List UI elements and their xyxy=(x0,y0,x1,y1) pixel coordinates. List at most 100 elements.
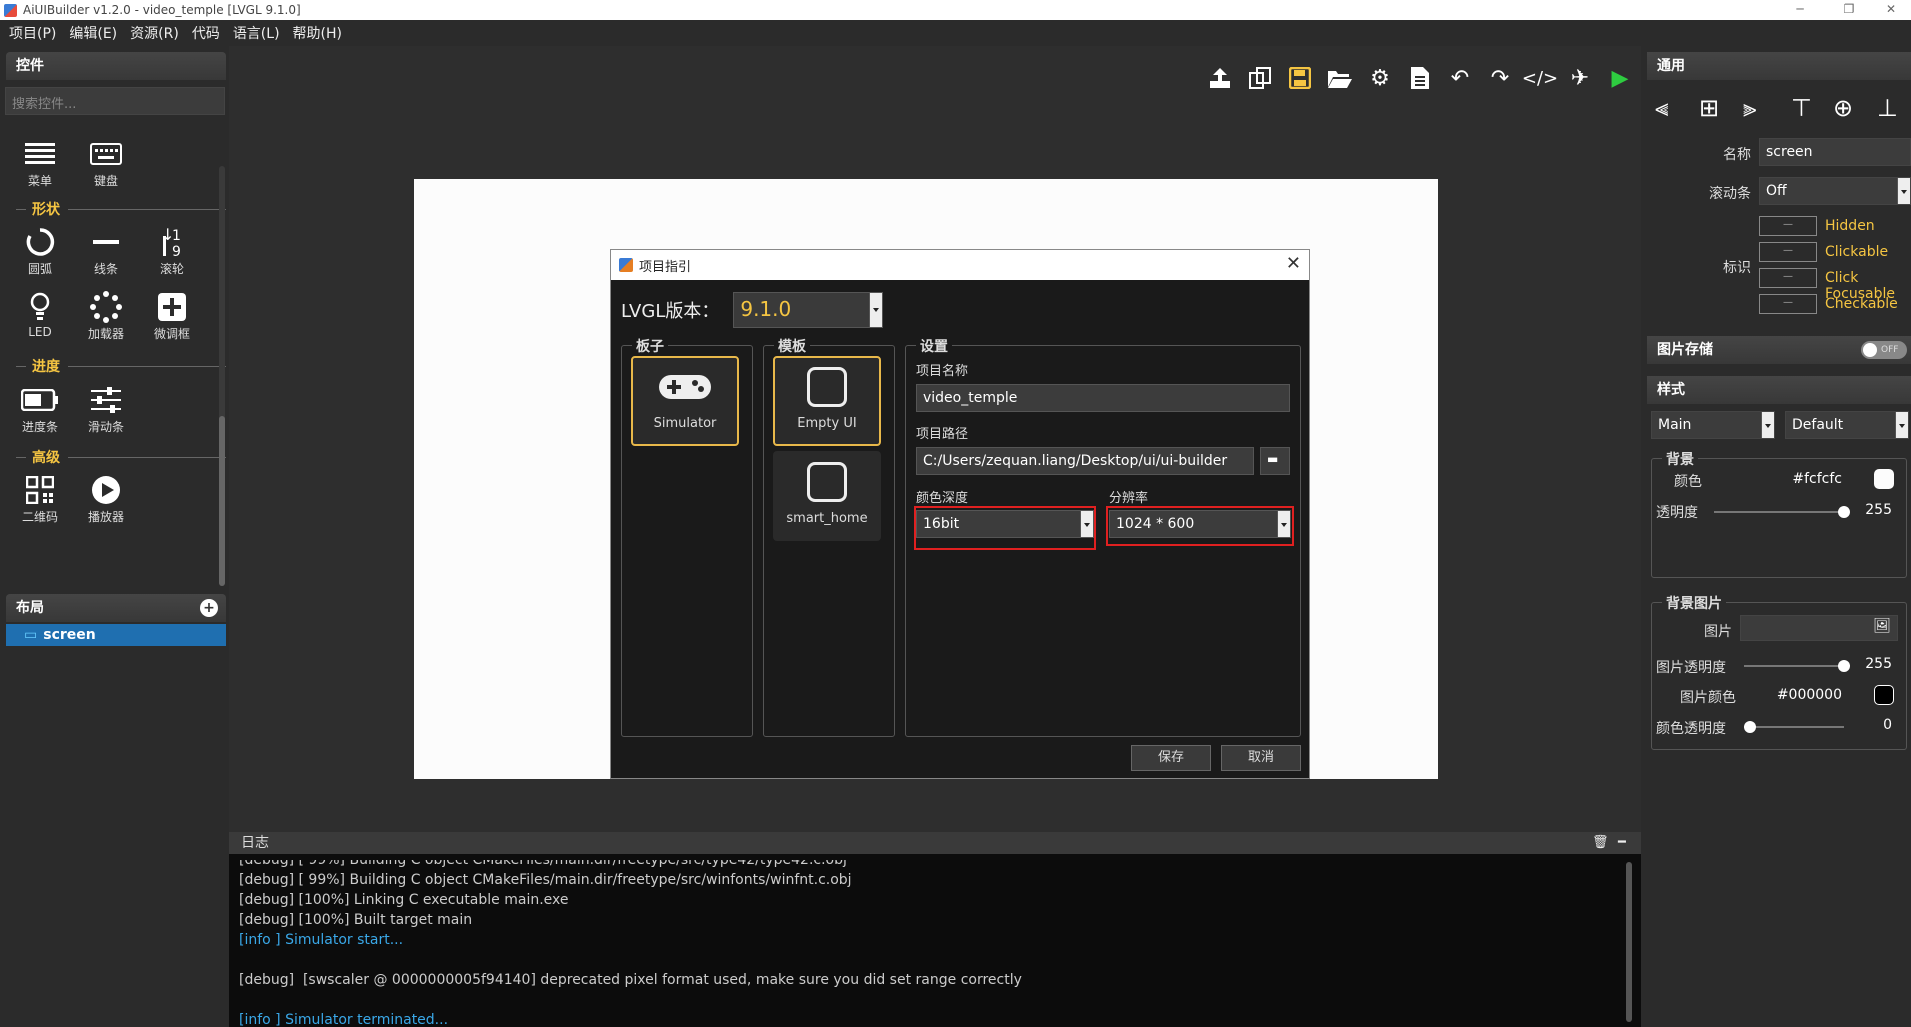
flag-hidden-label: Hidden xyxy=(1825,218,1875,234)
undo-icon[interactable]: ↶ xyxy=(1440,62,1480,94)
align-top-icon[interactable]: ⊤ xyxy=(1791,94,1812,122)
template-card-empty-ui[interactable]: Empty UI xyxy=(773,356,881,446)
layout-header: 布局 + xyxy=(6,594,226,622)
trash-icon[interactable]: 🗑 xyxy=(1592,832,1609,854)
slider-knob[interactable] xyxy=(1744,721,1756,733)
widget-label: 播放器 xyxy=(87,510,124,524)
dialog-titlebar: 项目指引 ✕ xyxy=(611,250,1309,280)
align-bottom-icon[interactable]: ⊥ xyxy=(1877,94,1898,122)
widget-arc[interactable]: 圆弧 xyxy=(10,224,70,277)
align-right-icon[interactable]: ⫸ xyxy=(1743,94,1757,122)
flag-click-focusable-checkbox[interactable]: — xyxy=(1759,268,1817,288)
log-header: 日志 🗑 ━ xyxy=(229,832,1641,854)
log-line: [debug] [100%] Linking C executable main… xyxy=(239,892,569,908)
image-label: 图片 xyxy=(1704,624,1732,640)
slider-knob[interactable] xyxy=(1838,660,1850,672)
widget-line[interactable]: 线条 xyxy=(76,224,136,277)
widget-label: 滚轮 xyxy=(159,262,184,276)
minimize-icon[interactable]: ─ xyxy=(1780,0,1820,20)
log-line: [debug] [100%] Built target main xyxy=(239,912,473,928)
menu-code[interactable]: 代码 xyxy=(192,23,220,43)
flag-hidden-checkbox[interactable]: — xyxy=(1759,216,1817,236)
menu-edit[interactable]: 编辑(E) xyxy=(69,23,117,43)
board-card-simulator[interactable]: Simulator xyxy=(631,356,739,446)
widget-spinner[interactable]: 加载器 xyxy=(76,289,136,342)
color-opacity-slider[interactable] xyxy=(1744,721,1844,733)
close-icon[interactable]: ✕ xyxy=(1286,253,1301,274)
flag-checkable-checkbox[interactable]: — xyxy=(1759,294,1817,314)
flag-clickable-checkbox[interactable]: — xyxy=(1759,242,1817,262)
add-icon[interactable]: + xyxy=(200,599,218,617)
widget-panel-scrollbar[interactable] xyxy=(219,166,225,586)
restore-icon[interactable]: ❐ xyxy=(1829,0,1869,20)
gamepad-icon xyxy=(633,358,737,416)
align-hcenter-icon[interactable]: ⊞ xyxy=(1699,94,1719,122)
menu-project[interactable]: 项目(P) xyxy=(9,23,56,43)
upload-icon[interactable] xyxy=(1200,62,1240,94)
widget-qrcode[interactable]: 二维码 xyxy=(10,472,70,525)
part-select[interactable]: Main xyxy=(1651,411,1775,439)
file-icon[interactable] xyxy=(1400,62,1440,94)
state-select[interactable]: Default xyxy=(1785,411,1909,439)
keyboard-icon xyxy=(76,136,136,172)
bg-opacity-slider[interactable] xyxy=(1714,506,1850,518)
menu-help[interactable]: 帮助(H) xyxy=(293,23,342,43)
image-opacity-slider[interactable] xyxy=(1744,660,1850,672)
widget-bar[interactable]: 进度条 xyxy=(10,382,70,435)
spinner-icon xyxy=(76,289,136,325)
align-left-icon[interactable]: ⫷ xyxy=(1655,94,1669,122)
widget-search-input[interactable]: 搜索控件... xyxy=(5,87,225,115)
browse-folder-button[interactable]: ▬ xyxy=(1260,447,1290,475)
cancel-button[interactable]: 取消 xyxy=(1221,745,1301,771)
save-button[interactable]: 保存 xyxy=(1131,745,1211,771)
project-name-input[interactable]: video_temple xyxy=(916,384,1290,412)
chevron-down-icon[interactable] xyxy=(1897,178,1910,204)
folder-open-icon[interactable] xyxy=(1320,62,1360,94)
widget-led[interactable]: LED xyxy=(10,289,70,339)
bg-color-value: #fcfcfc xyxy=(1792,471,1842,487)
log-line: [debug] [ 99%] Building C object CMakeFi… xyxy=(239,860,847,868)
close-window-icon[interactable]: ✕ xyxy=(1871,0,1911,20)
run-icon[interactable]: ▶ xyxy=(1600,62,1640,94)
menu-language[interactable]: 语言(L) xyxy=(233,23,280,43)
align-vcenter-icon[interactable]: ⊕ xyxy=(1833,94,1853,122)
scrollbar-value: Off xyxy=(1766,183,1787,199)
card-label: Simulator xyxy=(653,416,717,431)
code-icon[interactable]: </> xyxy=(1520,62,1560,94)
name-input[interactable]: screen xyxy=(1759,138,1911,166)
widget-spinbox[interactable]: 微调框 xyxy=(142,289,202,342)
scrollbar-select[interactable]: Off xyxy=(1759,177,1911,205)
chevron-down-icon[interactable] xyxy=(1895,412,1908,438)
lvgl-version-select[interactable]: 9.1.0 xyxy=(733,292,884,328)
group-title: 高级 xyxy=(6,448,226,466)
copy-icon[interactable] xyxy=(1240,62,1280,94)
widget-roller[interactable]: ↓ 1 9 滚轮 xyxy=(142,224,202,277)
minimize-log-icon[interactable]: ━ xyxy=(1618,832,1626,854)
state-value: Default xyxy=(1792,417,1844,433)
image-color-swatch[interactable] xyxy=(1874,685,1894,705)
layout-item-screen[interactable]: ▭ screen xyxy=(6,624,226,646)
widget-slider[interactable]: 滑动条 xyxy=(76,382,136,435)
group-shapes: 形状 xyxy=(6,200,226,218)
chevron-down-icon[interactable] xyxy=(1761,412,1774,438)
broom-icon[interactable]: ✈ xyxy=(1560,62,1600,94)
widget-menu[interactable]: 菜单 xyxy=(10,136,70,189)
bg-color-swatch[interactable] xyxy=(1874,469,1894,489)
card-label: smart_home xyxy=(786,511,868,526)
arc-icon xyxy=(10,224,70,260)
image-picker[interactable]: 🖼 xyxy=(1740,615,1898,641)
template-card-smart-home[interactable]: smart_home xyxy=(773,451,881,541)
menu-resource[interactable]: 资源(R) xyxy=(130,23,179,43)
log-scrollbar[interactable] xyxy=(1626,862,1632,1022)
play-icon xyxy=(76,472,136,508)
project-path-input[interactable]: C:/Users/zequan.liang/Desktop/ui/ui-buil… xyxy=(916,447,1254,475)
save-icon[interactable] xyxy=(1280,62,1320,94)
slider-knob[interactable] xyxy=(1838,506,1850,518)
chevron-down-icon[interactable] xyxy=(869,293,883,327)
gear-icon[interactable]: ⚙ xyxy=(1360,62,1400,94)
redo-icon[interactable]: ↷ xyxy=(1480,62,1520,94)
image-store-toggle[interactable]: OFF xyxy=(1861,341,1907,359)
widget-keyboard[interactable]: 键盘 xyxy=(76,136,136,189)
widget-player[interactable]: 播放器 xyxy=(76,472,136,525)
